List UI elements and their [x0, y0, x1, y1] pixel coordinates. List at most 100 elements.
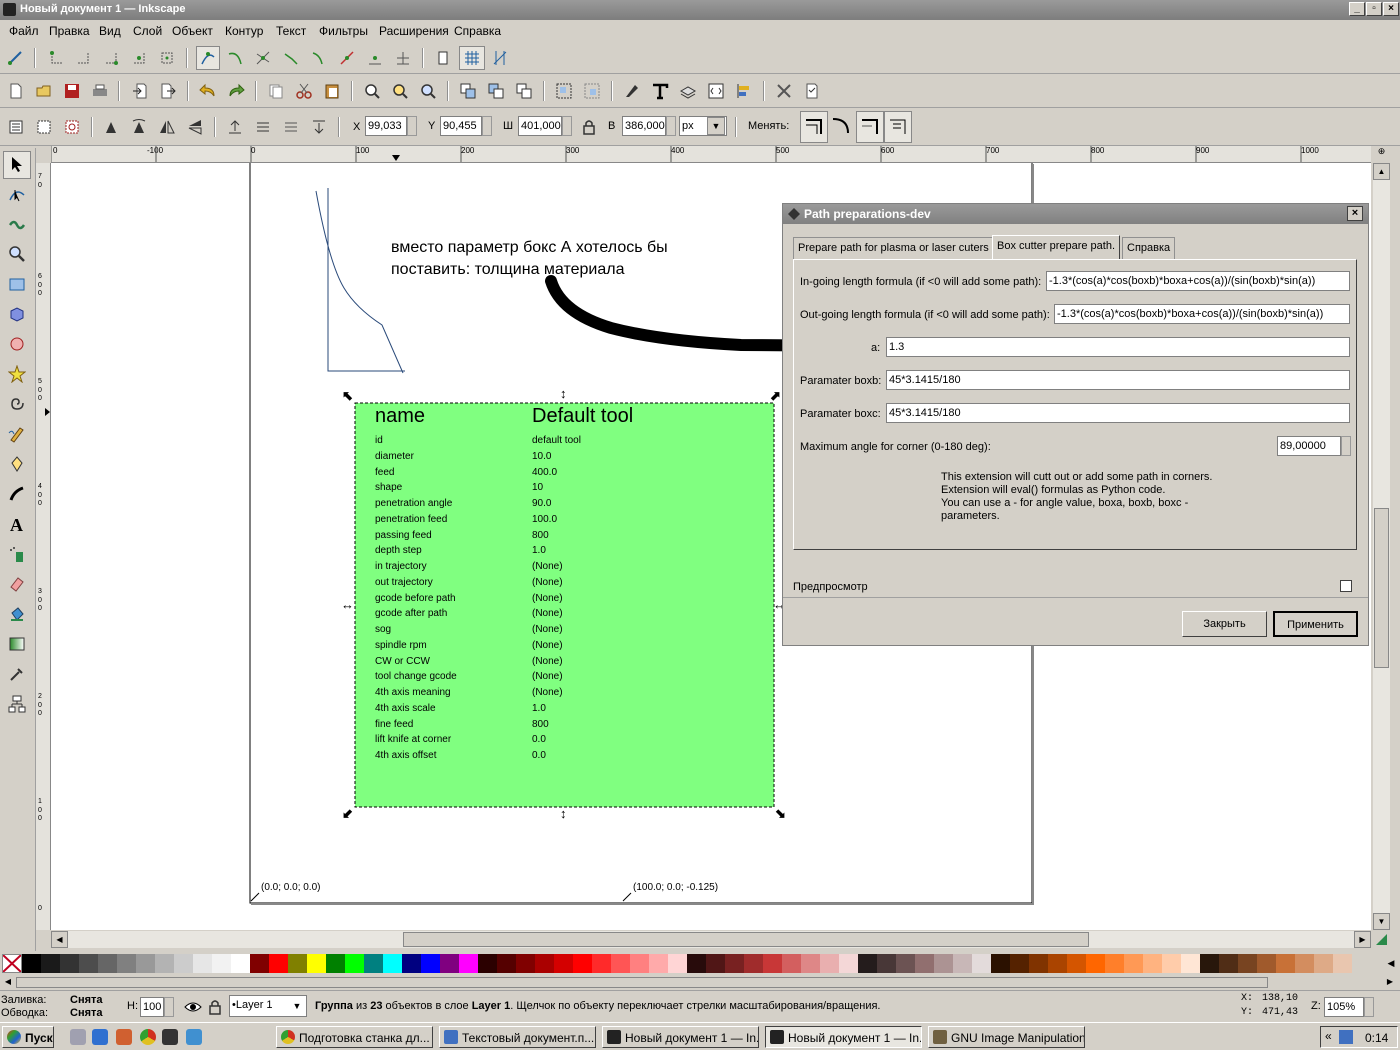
- outgoing-input[interactable]: -1.3*(cos(a)*cos(boxb)*boxa+cos(a))/(sin…: [1054, 304, 1350, 324]
- menu-object[interactable]: Объект: [172, 24, 213, 38]
- color-swatch[interactable]: [22, 954, 41, 973]
- color-swatch[interactable]: [1162, 954, 1181, 973]
- eye-visibility-icon[interactable]: [184, 998, 202, 1016]
- w-input[interactable]: 401,000: [518, 116, 562, 136]
- lower-to-bottom-icon[interactable]: [310, 118, 328, 136]
- color-swatch[interactable]: [1181, 954, 1200, 973]
- no-paint-swatch[interactable]: [2, 954, 22, 973]
- snap-nodes-icon[interactable]: [199, 49, 217, 67]
- scale-stroke-toggle[interactable]: [800, 111, 828, 143]
- color-swatch[interactable]: [1105, 954, 1124, 973]
- preview-checkbox[interactable]: [1340, 580, 1352, 592]
- scroll-down-icon[interactable]: ▼: [1373, 913, 1390, 930]
- rotate-ccw-icon[interactable]: [102, 118, 120, 136]
- layer-lock-icon[interactable]: [206, 998, 224, 1016]
- eraser-tool-icon[interactable]: [8, 575, 26, 593]
- open-folder-icon[interactable]: [35, 82, 53, 100]
- color-swatch[interactable]: [991, 954, 1010, 973]
- color-swatch[interactable]: [725, 954, 744, 973]
- color-swatch[interactable]: [687, 954, 706, 973]
- scroll-right-icon[interactable]: ▶: [1354, 931, 1371, 948]
- color-swatch[interactable]: [573, 954, 592, 973]
- minimize-button[interactable]: _: [1349, 2, 1365, 16]
- color-swatch[interactable]: [440, 954, 459, 973]
- selector-tool-icon[interactable]: [8, 155, 26, 173]
- color-swatch[interactable]: [896, 954, 915, 973]
- color-swatch[interactable]: [402, 954, 421, 973]
- palette-scroll-right-icon[interactable]: ▶: [1384, 977, 1396, 988]
- transform-gradients-toggle[interactable]: [856, 111, 884, 143]
- vertical-scroll-thumb[interactable]: [1374, 508, 1389, 668]
- quicklaunch-desktop-icon[interactable]: [186, 1029, 202, 1045]
- color-swatch[interactable]: [60, 954, 79, 973]
- color-swatch[interactable]: [1276, 954, 1295, 973]
- color-swatch[interactable]: [934, 954, 953, 973]
- w-spin[interactable]: [562, 116, 572, 136]
- zoom-page-icon[interactable]: [419, 82, 437, 100]
- dropper-tool-icon[interactable]: [8, 665, 26, 683]
- spray-tool-icon[interactable]: [8, 545, 26, 563]
- color-swatch[interactable]: [1238, 954, 1257, 973]
- menu-layer[interactable]: Слой: [133, 24, 162, 38]
- color-swatch[interactable]: [1029, 954, 1048, 973]
- scale-handle-br[interactable]: ⬊: [775, 807, 786, 820]
- y-input[interactable]: 90,455: [440, 116, 482, 136]
- pen-tool-icon[interactable]: [8, 455, 26, 473]
- quicklaunch-ie-icon[interactable]: [92, 1029, 108, 1045]
- fill-value[interactable]: Снята: [70, 994, 103, 1006]
- raise-to-top-icon[interactable]: [226, 118, 244, 136]
- apply-button[interactable]: Применить: [1273, 611, 1358, 637]
- color-swatch[interactable]: [1143, 954, 1162, 973]
- color-swatch[interactable]: [801, 954, 820, 973]
- snap-bbox-icon[interactable]: [48, 49, 66, 67]
- layers-icon[interactable]: [679, 82, 697, 100]
- canvas-corner-icon[interactable]: [1373, 931, 1390, 948]
- raise-icon[interactable]: [254, 118, 272, 136]
- color-swatch[interactable]: [554, 954, 573, 973]
- xml-editor-icon[interactable]: [707, 82, 725, 100]
- scale-handle-l[interactable]: ↔: [341, 598, 354, 611]
- color-swatch[interactable]: [1219, 954, 1238, 973]
- color-swatch[interactable]: [1067, 954, 1086, 973]
- tab-box-cutter[interactable]: Box cutter prepare path.: [992, 235, 1121, 259]
- maximize-button[interactable]: ▫: [1366, 2, 1382, 16]
- tab-help[interactable]: Справка: [1122, 237, 1176, 259]
- task-chrome[interactable]: Подготовка станка дл...: [276, 1026, 433, 1048]
- color-swatch[interactable]: [763, 954, 782, 973]
- duplicate-icon[interactable]: [459, 82, 477, 100]
- snap-bbox-center-icon[interactable]: [158, 49, 176, 67]
- task-inkscape-2[interactable]: Новый документ 1 — In...: [765, 1026, 922, 1048]
- dialog-close-icon[interactable]: ×: [1347, 206, 1363, 221]
- snap-grid-icon[interactable]: [463, 49, 481, 67]
- color-swatch[interactable]: [478, 954, 497, 973]
- tab-plasma-laser[interactable]: Prepare path for plasma or laser cuters: [793, 237, 994, 259]
- layer-dropdown-icon[interactable]: ▼: [289, 997, 305, 1015]
- color-swatch[interactable]: [288, 954, 307, 973]
- scale-handle-tr[interactable]: ⬈: [770, 389, 781, 402]
- zoom-spin[interactable]: [1364, 997, 1374, 1017]
- color-swatch[interactable]: [383, 954, 402, 973]
- snap-page-border-icon[interactable]: [434, 49, 452, 67]
- lock-icon[interactable]: [580, 118, 598, 136]
- snap-intersections-icon[interactable]: [254, 49, 272, 67]
- new-document-icon[interactable]: [7, 82, 25, 100]
- node-tool-icon[interactable]: [8, 185, 26, 203]
- redo-icon[interactable]: [227, 82, 245, 100]
- select-all-icon[interactable]: [7, 118, 25, 136]
- snap-bbox-midpoint-icon[interactable]: [130, 49, 148, 67]
- color-swatch[interactable]: [364, 954, 383, 973]
- preferences-icon[interactable]: [775, 82, 793, 100]
- color-swatch[interactable]: [193, 954, 212, 973]
- color-swatch[interactable]: [269, 954, 288, 973]
- scale-handle-bl[interactable]: ⬋: [342, 807, 353, 820]
- scroll-left-icon[interactable]: ◀: [51, 931, 68, 948]
- paste-icon[interactable]: [323, 82, 341, 100]
- lower-icon[interactable]: [282, 118, 300, 136]
- menu-file[interactable]: Файл: [9, 24, 39, 38]
- y-spin[interactable]: [482, 116, 492, 136]
- tray-expand-icon[interactable]: «: [1325, 1029, 1332, 1043]
- import-icon[interactable]: [131, 82, 149, 100]
- zoom-selection-icon[interactable]: [363, 82, 381, 100]
- snap-cusp-nodes-icon[interactable]: [282, 49, 300, 67]
- vertical-scrollbar[interactable]: ▲ ▼: [1373, 163, 1390, 930]
